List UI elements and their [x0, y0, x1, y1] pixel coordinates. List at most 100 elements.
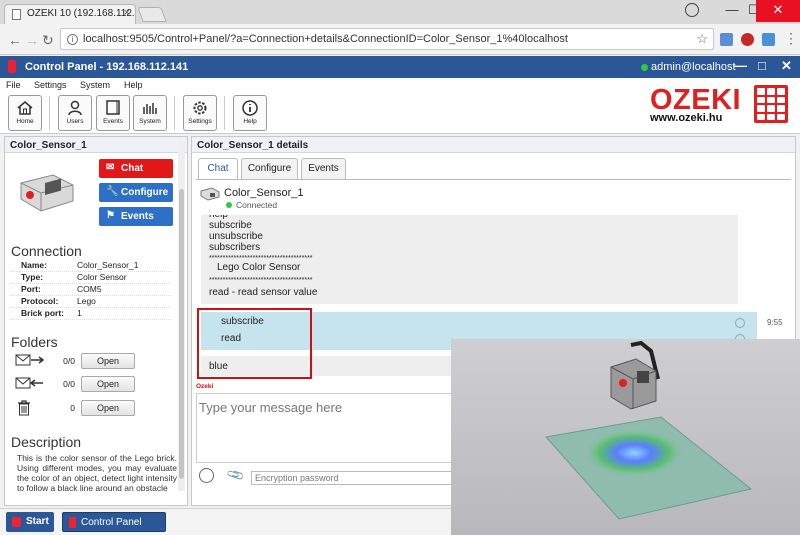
detail-row: Port: COM5 — [11, 284, 171, 296]
online-status-dot — [641, 64, 648, 71]
menu-system[interactable]: System — [80, 80, 110, 90]
page-icon — [12, 9, 21, 20]
connection-section-title: Connection — [11, 243, 82, 259]
logged-in-user[interactable]: admin@localhost — [651, 61, 736, 73]
connection-details: Name: Color_Sensor_1 Type: Color Sensor Po… — [11, 260, 171, 320]
start-icon — [12, 517, 21, 527]
system-icon — [143, 103, 157, 114]
ozeki-logo-url: www.ozeki.hu — [650, 112, 723, 124]
toolbar-home-button[interactable]: Home — [8, 95, 42, 131]
chat-button[interactable]: ✉ Chat — [99, 159, 173, 178]
folder-count: 0 — [70, 403, 75, 413]
address-bar: ← → ↻ i localhost:9505/Control+Panel/?a=… — [0, 24, 800, 55]
start-label: Start — [26, 516, 49, 527]
back-icon[interactable]: ← — [8, 32, 22, 48]
tab-configure[interactable]: Configure — [241, 158, 298, 179]
toolbar-separator — [49, 96, 50, 130]
browser-tab-strip: OZEKI 10 (192.168.112.14 × — ☐ ✕ — [0, 0, 800, 24]
detail-value: 1 — [77, 308, 82, 318]
reload-icon[interactable]: ↻ — [42, 32, 54, 49]
url-text: localhost:9505/Control+Panel/?a=Connecti… — [83, 33, 568, 45]
description-section-title: Description — [11, 434, 82, 450]
help-icon — [242, 100, 258, 116]
scrollbar-thumb[interactable] — [179, 189, 184, 479]
browser-menu-icon[interactable]: ⋮ — [784, 30, 798, 47]
tab-events[interactable]: Events — [301, 158, 346, 179]
connected-dot — [226, 202, 232, 208]
configure-button[interactable]: 🔧 Configure — [99, 183, 173, 202]
color-sensor-photo — [451, 339, 800, 535]
flag-icon: ⚑ — [106, 210, 115, 221]
open-trash-button[interactable]: Open — [81, 400, 135, 416]
extension-icon[interactable] — [741, 33, 754, 46]
detail-row: Protocol: Lego — [11, 296, 171, 308]
taskbar-item-label: Control Panel — [81, 517, 142, 528]
app-minimize-icon[interactable]: — — [734, 58, 747, 73]
encryption-password-input[interactable]: Encryption password — [251, 471, 481, 485]
detail-value: Color_Sensor_1 — [77, 260, 139, 270]
toolbar-home-label: Home — [16, 118, 34, 125]
close-tab-icon[interactable]: × — [124, 7, 130, 19]
app-title-bar: Control Panel - 192.168.112.141 admin@lo… — [0, 56, 800, 78]
toolbar-separator — [174, 96, 175, 130]
toolbar-separator — [224, 96, 225, 130]
message-line: Lego Color Sensor — [217, 262, 301, 273]
close-window-button[interactable]: ✕ — [756, 0, 800, 22]
home-icon — [17, 101, 33, 115]
detail-key: Name: — [21, 260, 47, 270]
profile-icon[interactable] — [685, 3, 699, 17]
color-sensor-image — [20, 174, 74, 212]
info-icon[interactable]: i — [67, 34, 78, 45]
events-icon — [106, 100, 120, 115]
menu-file[interactable]: File — [6, 80, 21, 90]
detail-row: Name: Color_Sensor_1 — [11, 260, 171, 272]
wrench-icon: 🔧 — [106, 186, 119, 197]
bookmark-star-icon[interactable]: ☆ — [696, 31, 708, 47]
open-inbox-button[interactable]: Open — [81, 376, 135, 392]
toolbar-help-label: Help — [243, 118, 257, 125]
toolbar-system-button[interactable]: System — [133, 95, 167, 131]
connection-status: Connected — [226, 200, 277, 210]
tab-chat[interactable]: Chat — [198, 158, 238, 180]
menu-settings[interactable]: Settings — [34, 80, 67, 90]
trash-icon — [18, 400, 30, 416]
ozeki-keypad-icon — [754, 85, 788, 123]
highlight-box — [197, 308, 312, 379]
message-line: subscribe — [209, 220, 252, 231]
left-panel-title: Color_Sensor_1 — [5, 137, 187, 153]
app-maximize-icon[interactable]: □ — [758, 58, 766, 73]
outbox-icon — [15, 354, 45, 366]
translate-icon[interactable] — [720, 33, 733, 46]
start-button[interactable]: Start — [6, 512, 54, 532]
chat-button-label: Chat — [121, 163, 144, 174]
folder-row-outbox: 0/0 Open — [15, 352, 175, 372]
toolbar-settings-button[interactable]: Settings — [183, 95, 217, 131]
browser-tab[interactable]: OZEKI 10 (192.168.112.14 × — [4, 4, 136, 24]
url-input[interactable]: i localhost:9505/Control+Panel/?a=Connec… — [60, 28, 714, 50]
message-line: subscribers — [209, 242, 261, 253]
extension-icon[interactable] — [762, 33, 775, 46]
folder-row-trash: 0 Open — [15, 399, 175, 419]
forward-icon[interactable]: → — [25, 32, 39, 48]
app-close-icon[interactable]: ✕ — [781, 58, 792, 74]
tab-underline — [196, 179, 791, 180]
message-placeholder: Type your message here — [199, 400, 343, 415]
description-text: This is the color sensor of the Lego bri… — [17, 453, 177, 493]
ozeki-logo: OZEKI www.ozeki.hu — [648, 84, 798, 128]
events-button[interactable]: ⚑ Events — [99, 207, 173, 226]
left-panel-scrollbar[interactable] — [178, 141, 185, 491]
new-tab-button[interactable] — [137, 7, 167, 22]
toolbar-events-button[interactable]: Events — [96, 95, 130, 131]
toolbar-system-label: System — [139, 118, 161, 125]
taskbar-control-panel[interactable]: Control Panel — [62, 512, 166, 532]
toolbar-users-button[interactable]: Users — [58, 95, 92, 131]
menu-help[interactable]: Help — [124, 80, 143, 90]
toolbar-help-button[interactable]: Help — [233, 95, 267, 131]
chat-icon: ✉ — [106, 162, 115, 173]
browser-tab-title: OZEKI 10 (192.168.112.14 — [27, 8, 136, 19]
attachment-icon[interactable]: 📎 — [226, 465, 246, 485]
emoji-icon[interactable] — [199, 468, 214, 483]
open-outbox-button[interactable]: Open — [81, 353, 135, 369]
detail-key: Type: — [21, 272, 44, 282]
detail-row: Brick port: 1 — [11, 308, 171, 320]
